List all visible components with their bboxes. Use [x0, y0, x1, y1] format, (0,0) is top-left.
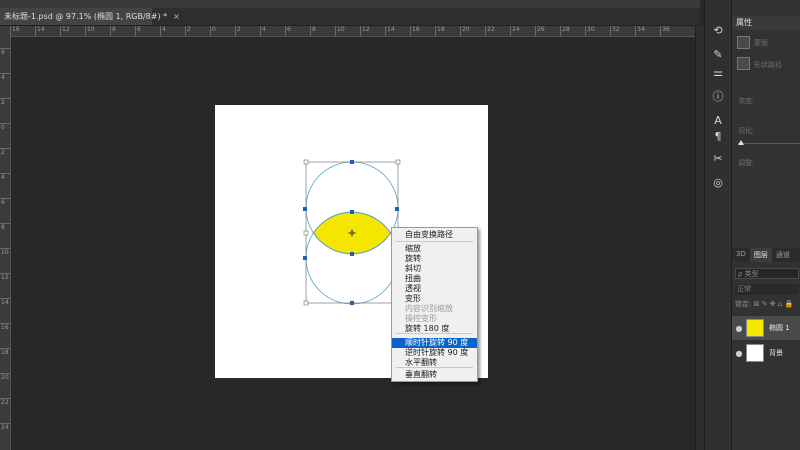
lens-icon[interactable]: ◎ — [709, 174, 727, 190]
menu-item[interactable]: 旋转 — [392, 254, 477, 264]
layers-tab[interactable]: 3D — [732, 248, 750, 262]
mask-label: 蒙版 — [754, 39, 768, 47]
blend-mode-select[interactable]: 正常 — [735, 284, 799, 295]
shape-path-overlay[interactable] — [0, 0, 800, 450]
menu-item[interactable]: 斜切 — [392, 264, 477, 274]
layer-name: 背景 — [769, 349, 783, 357]
layers-tab[interactable]: 图层 — [749, 248, 772, 262]
layer-row[interactable]: ● 背景 — [732, 341, 800, 365]
feather-label: 羽化: — [738, 127, 755, 135]
history-icon[interactable]: ⟲ — [709, 22, 727, 38]
layer-row[interactable]: ● 椭圆 1 — [732, 316, 800, 340]
layer-thumbnail — [746, 319, 764, 337]
menu-item[interactable]: 变形 — [392, 294, 477, 304]
layer-search-input[interactable]: ρ 类型 — [735, 268, 799, 279]
layers-panel-tabs: 3D 图层 通道 — [732, 248, 800, 262]
layers-tab[interactable]: 通道 — [772, 248, 794, 262]
info-icon[interactable]: ⓘ — [709, 88, 727, 104]
menu-separator — [396, 367, 473, 368]
tools-icon[interactable]: ✂ — [709, 150, 727, 166]
menu-item: 内容识别缩放 — [405, 304, 453, 313]
vertical-scrollbar[interactable] — [695, 26, 704, 450]
eye-icon[interactable]: ● — [732, 349, 746, 358]
feather-slider-track[interactable] — [738, 143, 800, 144]
lock-row: 锁定: ⊠ ✎ ✥ ⌂ 🔒 — [735, 299, 800, 309]
menu-item: 操控变形 — [405, 314, 437, 323]
menu-separator — [396, 241, 473, 242]
menu-item[interactable]: 逆时针旋转 90 度 — [392, 348, 477, 358]
menu-item[interactable]: 自由变换路径 — [392, 230, 477, 240]
menu-item[interactable]: 顺时针旋转 90 度 — [392, 338, 477, 348]
feather-slider-knob[interactable] — [738, 140, 744, 145]
adjust-icon[interactable]: ⚌ — [709, 64, 727, 80]
eye-icon[interactable]: ● — [732, 324, 746, 333]
properties-header: 属性 — [732, 16, 800, 30]
menu-item[interactable]: 扭曲 — [392, 274, 477, 284]
shape-path-label: 形状路径 — [754, 61, 782, 69]
menu-item[interactable]: 透视 — [392, 284, 477, 294]
properties-title: 属性 — [736, 18, 752, 27]
right-panel: 属性 蒙版 形状路径 浓度: 羽化: 调整: 3D 图层 通道 ρ 类型 正常 锁定… — [731, 0, 800, 450]
panel-tool-strip: ⟲ ✎ ⚌ ⓘ A ¶ ✂ ◎ — [704, 0, 731, 450]
mask-icon[interactable] — [737, 36, 750, 49]
menu-item[interactable]: 垂直翻转 — [392, 370, 477, 380]
refine-label: 调整: — [738, 159, 755, 167]
menu-item[interactable]: 缩放 — [392, 244, 477, 254]
brush-icon[interactable]: ✎ — [709, 46, 727, 62]
text-icon[interactable]: A — [709, 112, 727, 128]
paragraph-icon[interactable]: ¶ — [709, 128, 727, 144]
lock-icons[interactable]: ⊠ ✎ ✥ ⌂ 🔒 — [754, 300, 794, 308]
density-label: 浓度: — [738, 97, 755, 105]
layer-thumbnail — [746, 344, 764, 362]
menu-separator — [396, 333, 473, 334]
lock-icon[interactable] — [737, 57, 750, 70]
layer-name: 椭圆 1 — [769, 324, 790, 332]
context-menu[interactable]: 自由变换路径 缩放 旋转 斜切 扭曲 透视 变形 内容识别缩放 操控变形 旋转 180 度顺时针旋… — [391, 227, 478, 382]
lock-label: 锁定: — [735, 300, 752, 308]
